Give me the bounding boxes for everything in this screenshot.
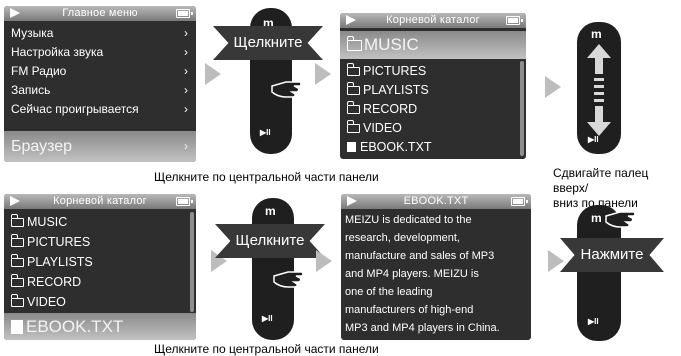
folder-item[interactable]: MUSIC	[4, 212, 196, 232]
play-pause-key: ▶II	[262, 314, 273, 323]
flow-arrow	[548, 250, 564, 272]
folder-item-selected[interactable]: MUSIC	[340, 31, 526, 59]
folder-icon	[346, 101, 360, 115]
screen-ebook: EBOOK.TXT MEIZU is dedicated to the rese…	[341, 194, 531, 340]
folder-icon	[346, 82, 360, 96]
folder-icon	[346, 63, 360, 77]
title-bar: Главное меню	[4, 6, 196, 21]
press-banner: Нажмите	[560, 238, 664, 272]
menu-item[interactable]: Музыка ›	[4, 24, 196, 43]
screen-title: Главное меню	[62, 7, 138, 19]
folder-icon	[10, 214, 24, 228]
swipe-arrows-icon	[587, 44, 611, 136]
menu-item-selected[interactable]: Браузер ›	[4, 131, 196, 162]
file-item-selected[interactable]: EBOOK.TXT	[4, 313, 196, 340]
file-item[interactable]: EBOOK.TXT	[340, 138, 526, 157]
battery-icon	[176, 9, 193, 18]
caption-bottom: Щелкните по центральной части панели	[154, 342, 379, 356]
flow-arrow	[545, 76, 561, 98]
folder-item[interactable]: PICTURES	[4, 232, 196, 252]
folder-icon	[10, 274, 24, 288]
click-label: Щелкните	[235, 232, 305, 249]
play-pause-key: ▶II	[588, 135, 599, 144]
finger-icon	[605, 211, 636, 228]
chevron-right-icon: ›	[184, 102, 188, 116]
menu-item[interactable]: Настройка звука ›	[4, 43, 196, 62]
folder-icon	[346, 120, 360, 134]
scrollbar[interactable]	[190, 212, 194, 312]
chevron-right-icon: ›	[184, 64, 188, 78]
player-device-swipe: m ▶II	[577, 22, 621, 154]
ebook-line: one of the leading	[345, 286, 433, 298]
menu-item[interactable]: Запись ›	[4, 81, 196, 100]
folder-icon	[10, 234, 24, 248]
menu-key: m	[591, 27, 602, 41]
title-bar: Корневой каталог	[4, 194, 196, 209]
scrollbar[interactable]	[520, 61, 524, 156]
chevron-right-icon: ›	[184, 83, 188, 97]
finger-icon	[271, 81, 302, 98]
menu-key: m	[265, 204, 276, 218]
folder-item[interactable]: PICTURES	[340, 62, 526, 81]
finger-icon	[273, 271, 304, 288]
click-label: Щелкните	[233, 34, 303, 51]
ebook-line: MEIZU is dedicated to the	[345, 214, 472, 226]
folder-item[interactable]: PLAYLISTS	[340, 81, 526, 100]
folder-icon	[10, 294, 24, 308]
press-label: Нажмите	[580, 246, 644, 263]
screen-title: EBOOK.TXT	[403, 195, 469, 207]
folder-icon	[346, 36, 362, 52]
ebook-line: manufacturers of high-end	[345, 304, 474, 316]
screen-title: Корневой каталог	[386, 14, 480, 26]
folder-item[interactable]: RECORD	[340, 100, 526, 119]
flow-arrow	[315, 63, 331, 85]
ebook-line: manufacture and sales of MP3	[345, 250, 495, 262]
screen-root-catalog: Корневой каталог MUSIC PICTURES PLAYLIST…	[340, 13, 526, 159]
folder-item[interactable]: PLAYLISTS	[4, 252, 196, 272]
folder-icon	[10, 254, 24, 268]
folder-item[interactable]: VIDEO	[340, 119, 526, 138]
caption-top: Щелкните по центральной части панели	[154, 170, 379, 184]
play-pause-key: ▶II	[588, 317, 599, 326]
play-pause-key: ▶II	[260, 128, 271, 137]
click-banner: Щелкните	[213, 26, 323, 60]
chevron-right-icon: ›	[184, 45, 188, 59]
menu-item[interactable]: FM Радио ›	[4, 62, 196, 81]
chevron-right-icon: ›	[184, 139, 188, 153]
ebook-line: and MP4 players. MEIZU is	[345, 268, 479, 280]
menu-item[interactable]: Сейчас проигрывается ›	[4, 100, 196, 119]
title-bar: Корневой каталог	[340, 13, 526, 28]
battery-icon	[506, 16, 523, 25]
screen-main-menu: Главное меню Музыка › Настройка звука › FM…	[4, 6, 196, 162]
folder-item[interactable]: VIDEO	[4, 292, 196, 312]
click-banner: Щелкните	[215, 224, 325, 258]
flow-arrow	[316, 250, 332, 272]
file-icon	[347, 142, 356, 152]
menu-key: m	[591, 211, 602, 225]
file-icon	[11, 320, 23, 334]
chevron-right-icon: ›	[184, 26, 188, 40]
title-bar: EBOOK.TXT	[341, 194, 531, 209]
screen-root-catalog-bottom: Корневой каталог MUSIC PICTURES PLAYLIST…	[4, 194, 196, 340]
folder-item[interactable]: RECORD	[4, 272, 196, 292]
battery-icon	[176, 197, 193, 206]
ebook-line: research, development,	[345, 232, 460, 244]
flow-arrow	[205, 63, 221, 85]
battery-icon	[511, 197, 528, 206]
ebook-line: MP3 and MP4 players in China.	[345, 322, 500, 334]
screen-title: Корневой каталог	[53, 195, 147, 207]
